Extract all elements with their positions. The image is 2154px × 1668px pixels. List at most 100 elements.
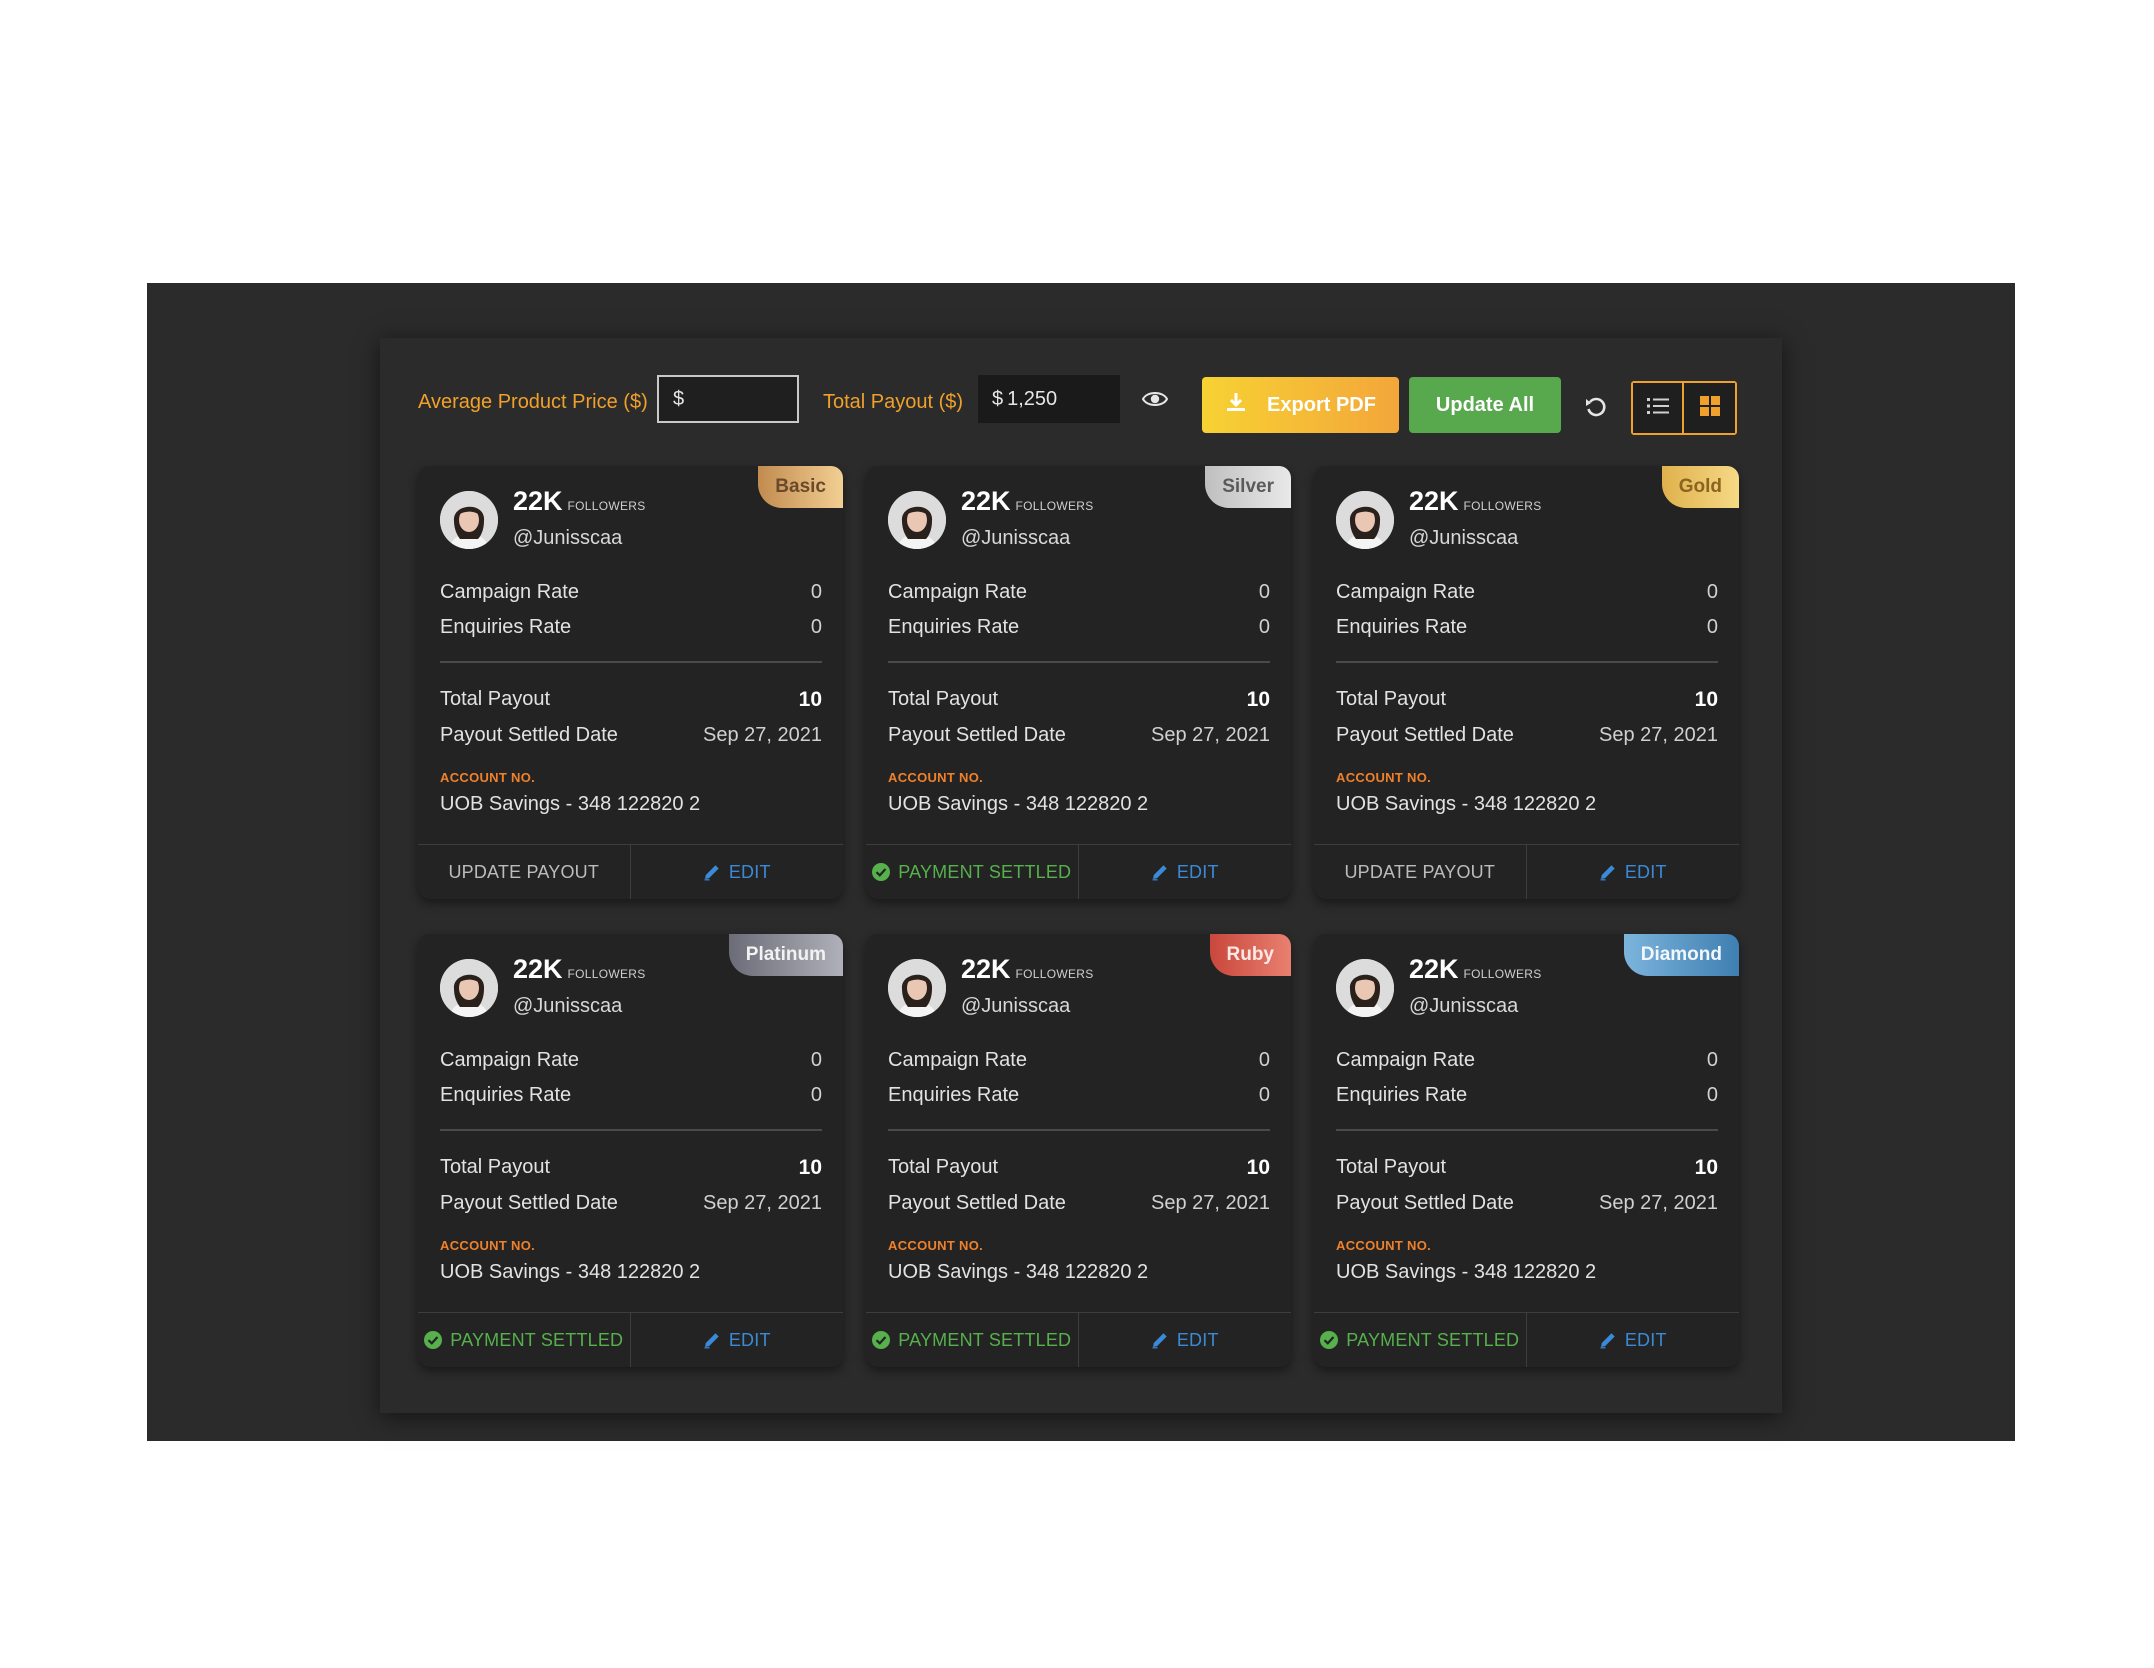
- edit-button[interactable]: EDIT: [1527, 845, 1740, 899]
- followers-number: 22K: [961, 954, 1011, 984]
- total-payout-row-value: 10: [1246, 688, 1270, 711]
- avatar: [1336, 491, 1394, 549]
- tier-badge: Platinum: [728, 934, 843, 976]
- payout-panel: Average Product Price ($) $ Total Payout…: [380, 338, 1782, 1413]
- payment-settled-button[interactable]: PAYMENT SETTLED: [866, 1313, 1079, 1367]
- list-view-button[interactable]: [1633, 383, 1684, 433]
- card-footer: UPDATE PAYOUT EDIT: [1314, 844, 1739, 899]
- account-no-label: ACCOUNT NO.: [1336, 1238, 1432, 1253]
- settled-date-label: Payout Settled Date: [440, 724, 618, 746]
- enquiries-rate-row: Enquiries Rate 0: [440, 616, 822, 639]
- card-divider: [1336, 661, 1718, 663]
- campaign-rate-label: Campaign Rate: [440, 581, 579, 603]
- tier-label: Platinum: [745, 944, 826, 965]
- export-pdf-label: Export PDF: [1267, 393, 1376, 416]
- settled-date-value: Sep 27, 2021: [1151, 1192, 1270, 1214]
- campaign-rate-label: Campaign Rate: [888, 581, 1027, 603]
- followers-label: FOLLOWERS: [1463, 967, 1542, 981]
- update-all-button[interactable]: Update All: [1409, 377, 1561, 433]
- edit-button[interactable]: EDIT: [631, 1313, 844, 1367]
- card-footer: PAYMENT SETTLED EDIT: [418, 1312, 843, 1367]
- card-footer: PAYMENT SETTLED EDIT: [866, 1312, 1291, 1367]
- account-no-value: UOB Savings - 348 122820 2: [888, 793, 1149, 815]
- account-no-label: ACCOUNT NO.: [888, 770, 984, 785]
- update-payout-button[interactable]: UPDATE PAYOUT: [418, 845, 631, 899]
- payment-settled-button[interactable]: PAYMENT SETTLED: [1314, 1313, 1527, 1367]
- influencer-handle: @Junisscaa: [513, 995, 623, 1017]
- payment-settled-button[interactable]: PAYMENT SETTLED: [866, 845, 1079, 899]
- edit-button[interactable]: EDIT: [631, 845, 844, 899]
- influencer-handle: @Junisscaa: [1409, 527, 1519, 549]
- total-payout-row: Total Payout 10: [440, 688, 822, 712]
- refresh-icon[interactable]: [1584, 395, 1608, 419]
- list-icon: [1646, 397, 1669, 420]
- total-payout-row: Total Payout 10: [1336, 688, 1718, 712]
- account-no-value: UOB Savings - 348 122820 2: [1336, 793, 1597, 815]
- avatar: [440, 491, 498, 549]
- account-no-value: UOB Savings - 348 122820 2: [440, 1261, 701, 1283]
- total-payout-row-label: Total Payout: [440, 688, 551, 710]
- followers-count: 22K FOLLOWERS: [1409, 954, 1542, 985]
- followers-count: 22K FOLLOWERS: [513, 486, 646, 517]
- settled-date-label: Payout Settled Date: [888, 1192, 1066, 1214]
- card-divider: [888, 1129, 1270, 1131]
- payment-settled-button[interactable]: PAYMENT SETTLED: [418, 1313, 631, 1367]
- check-circle-icon: [424, 1331, 443, 1349]
- edit-label: EDIT: [728, 861, 771, 882]
- total-payout-row-value: 10: [1246, 1156, 1270, 1179]
- total-payout-row: Total Payout 10: [1336, 1156, 1718, 1180]
- followers-label: FOLLOWERS: [1463, 499, 1542, 513]
- check-circle-icon: [1320, 1331, 1339, 1349]
- enquiries-rate-label: Enquiries Rate: [440, 1084, 572, 1106]
- total-payout-row-value: 10: [1694, 688, 1718, 711]
- campaign-rate-value: 0: [810, 581, 822, 603]
- influencer-card-platinum: Platinum 22K FOLLOWERS @Junisscaa Campai…: [418, 934, 843, 1367]
- total-payout-row-label: Total Payout: [440, 1156, 551, 1178]
- toolbar: Average Product Price ($) $ Total Payout…: [418, 375, 1742, 437]
- campaign-rate-label: Campaign Rate: [888, 1049, 1027, 1071]
- tier-label: Basic: [775, 476, 826, 497]
- campaign-rate-row: Campaign Rate 0: [440, 581, 822, 604]
- total-payout-input[interactable]: $ 1,250: [978, 375, 1120, 423]
- tier-badge: Basic: [758, 466, 843, 508]
- enquiries-rate-label: Enquiries Rate: [888, 1084, 1020, 1106]
- settled-date-row: Payout Settled Date Sep 27, 2021: [440, 724, 822, 747]
- avg-price-prefix: $: [673, 387, 685, 410]
- total-payout-row-value: 10: [798, 1156, 822, 1179]
- tier-label: Ruby: [1226, 944, 1275, 965]
- edit-button[interactable]: EDIT: [1079, 845, 1292, 899]
- settled-date-value: Sep 27, 2021: [1599, 724, 1718, 746]
- edit-button[interactable]: EDIT: [1079, 1313, 1292, 1367]
- enquiries-rate-value: 0: [1258, 1084, 1270, 1106]
- followers-label: FOLLOWERS: [1015, 967, 1094, 981]
- tier-badge: Silver: [1205, 466, 1291, 508]
- avatar: [440, 959, 498, 1017]
- settled-date-row: Payout Settled Date Sep 27, 2021: [888, 724, 1270, 747]
- avg-price-label: Average Product Price ($): [418, 391, 648, 413]
- followers-label: FOLLOWERS: [567, 499, 646, 513]
- grid-view-button[interactable]: [1684, 383, 1735, 433]
- campaign-rate-value: 0: [1706, 1049, 1718, 1071]
- campaign-rate-row: Campaign Rate 0: [1336, 581, 1718, 604]
- pencil-icon: [1151, 1331, 1169, 1349]
- settled-date-label: Payout Settled Date: [1336, 724, 1514, 746]
- edit-label: EDIT: [1176, 1329, 1219, 1350]
- edit-button[interactable]: EDIT: [1527, 1313, 1740, 1367]
- status-label: PAYMENT SETTLED: [450, 1329, 624, 1350]
- campaign-rate-label: Campaign Rate: [1336, 581, 1475, 603]
- status-label: PAYMENT SETTLED: [1346, 1329, 1520, 1350]
- eye-icon[interactable]: [1141, 388, 1169, 410]
- account-no-label: ACCOUNT NO.: [1336, 770, 1432, 785]
- total-payout-row-value: 10: [798, 688, 822, 711]
- update-payout-button[interactable]: UPDATE PAYOUT: [1314, 845, 1527, 899]
- pencil-icon: [1599, 1331, 1617, 1349]
- avg-price-input[interactable]: $: [657, 375, 799, 423]
- total-payout-row-value: 10: [1694, 1156, 1718, 1179]
- export-pdf-button[interactable]: Export PDF: [1202, 377, 1399, 433]
- influencer-card-ruby: Ruby 22K FOLLOWERS @Junisscaa Campaign R…: [866, 934, 1291, 1367]
- card-divider: [440, 661, 822, 663]
- enquiries-rate-value: 0: [1706, 1084, 1718, 1106]
- avatar: [888, 959, 946, 1017]
- check-circle-icon: [872, 1331, 891, 1349]
- settled-date-label: Payout Settled Date: [1336, 1192, 1514, 1214]
